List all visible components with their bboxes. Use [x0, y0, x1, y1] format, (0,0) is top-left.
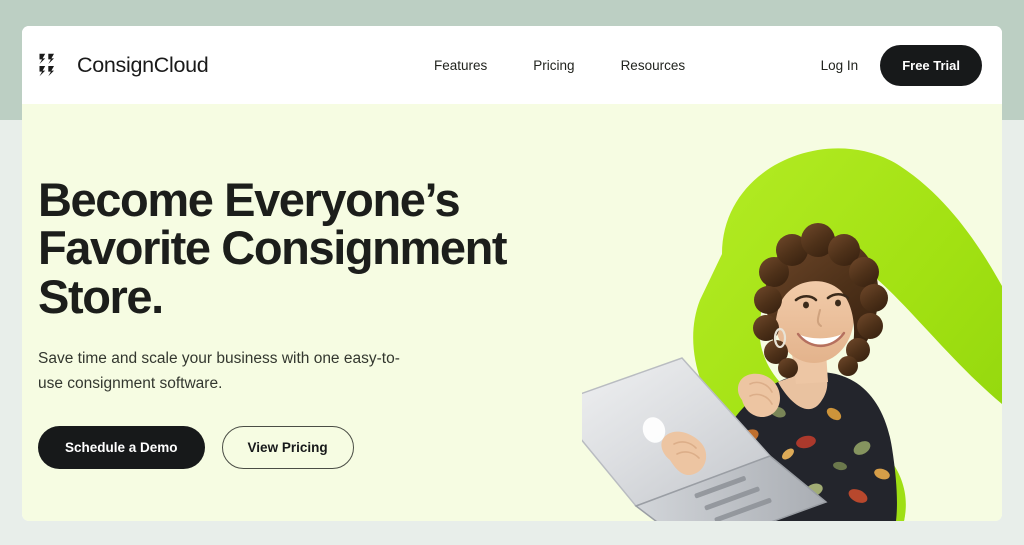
- page-root: ConsignCloud Features Pricing Resources …: [0, 0, 1024, 545]
- website-card: ConsignCloud Features Pricing Resources …: [22, 26, 1002, 521]
- consigncloud-chevrons-logo-icon: [38, 51, 66, 79]
- log-in-link[interactable]: Log In: [821, 58, 859, 73]
- bottom-strip: [0, 521, 1024, 545]
- nav-item-pricing[interactable]: Pricing: [533, 58, 574, 73]
- brand-name: ConsignCloud: [77, 52, 209, 77]
- hero-headline: Become Everyone’s Favorite Consignment S…: [38, 173, 508, 323]
- hero-section: Become Everyone’s Favorite Consignment S…: [22, 104, 1002, 521]
- nav-item-resources[interactable]: Resources: [621, 58, 686, 73]
- schedule-demo-button[interactable]: Schedule a Demo: [38, 426, 205, 470]
- nav-actions: Log In Free Trial: [821, 44, 982, 86]
- hero-copy: Become Everyone’s Favorite Consignment S…: [38, 173, 558, 470]
- brand-logo-link[interactable]: ConsignCloud: [38, 51, 209, 79]
- primary-nav: Features Pricing Resources: [344, 58, 685, 73]
- hero-cta-row: Schedule a Demo View Pricing: [38, 426, 558, 470]
- nav-item-features[interactable]: Features: [434, 58, 487, 73]
- hero-artwork: [582, 104, 1002, 521]
- view-pricing-button[interactable]: View Pricing: [221, 426, 354, 470]
- hero-subheadline: Save time and scale your business with o…: [38, 350, 400, 393]
- free-trial-button[interactable]: Free Trial: [880, 44, 982, 86]
- site-navbar: ConsignCloud Features Pricing Resources …: [22, 26, 1002, 104]
